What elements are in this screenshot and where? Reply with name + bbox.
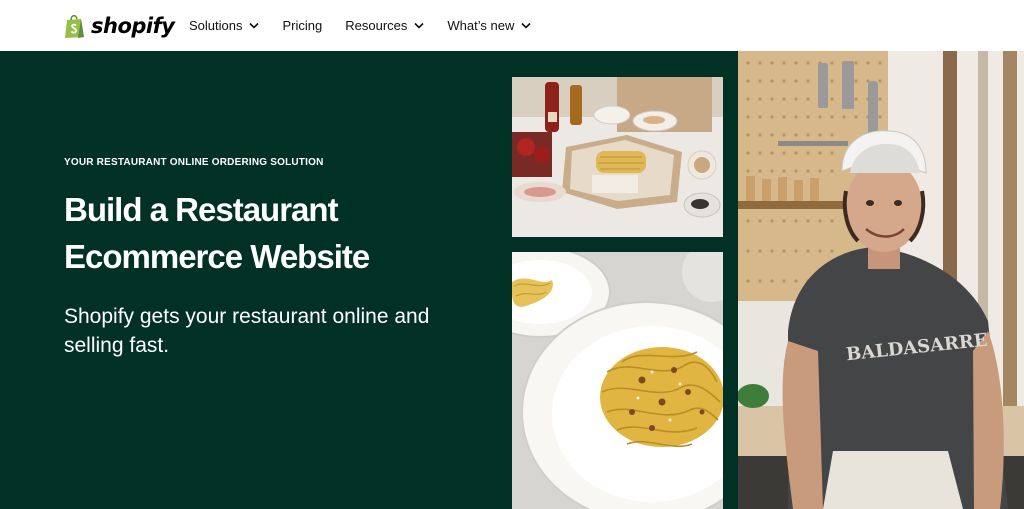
nav-pricing[interactable]: Pricing (282, 18, 322, 33)
nav-item-label: Resources (345, 18, 408, 33)
nav-whats-new[interactable]: What’s new (447, 18, 531, 33)
hero-section: YOUR RESTAURANT ONLINE ORDERING SOLUTION… (0, 51, 1024, 509)
chevron-down-icon (414, 22, 424, 29)
chevron-down-icon (249, 22, 260, 29)
chevron-down-icon (521, 22, 531, 29)
nav-item-label: Pricing (282, 18, 323, 33)
site-header: shopify Solutions Pricing Resources What… (0, 0, 1024, 51)
pasta-plate-photo (512, 252, 723, 509)
hero-eyebrow: YOUR RESTAURANT ONLINE ORDERING SOLUTION (64, 157, 324, 168)
hero-subhead: Shopify gets your restaurant online and … (64, 305, 430, 357)
nav-solutions[interactable]: Solutions (189, 18, 260, 33)
brand-wordmark: shopify (91, 14, 175, 38)
takeout-box-photo (512, 77, 723, 237)
nav-resources[interactable]: Resources (345, 18, 424, 33)
shopify-logo[interactable]: shopify (64, 12, 175, 40)
nav-item-label: Solutions (189, 18, 243, 33)
page-title: Build a Restaurant Ecommerce Website (64, 191, 370, 275)
shopify-bag-icon (64, 13, 86, 39)
nav-item-label: What’s new (447, 18, 515, 33)
chef-photo: BALDASARRE (738, 51, 1024, 509)
main-nav: Solutions Pricing Resources What’s new (189, 0, 554, 51)
